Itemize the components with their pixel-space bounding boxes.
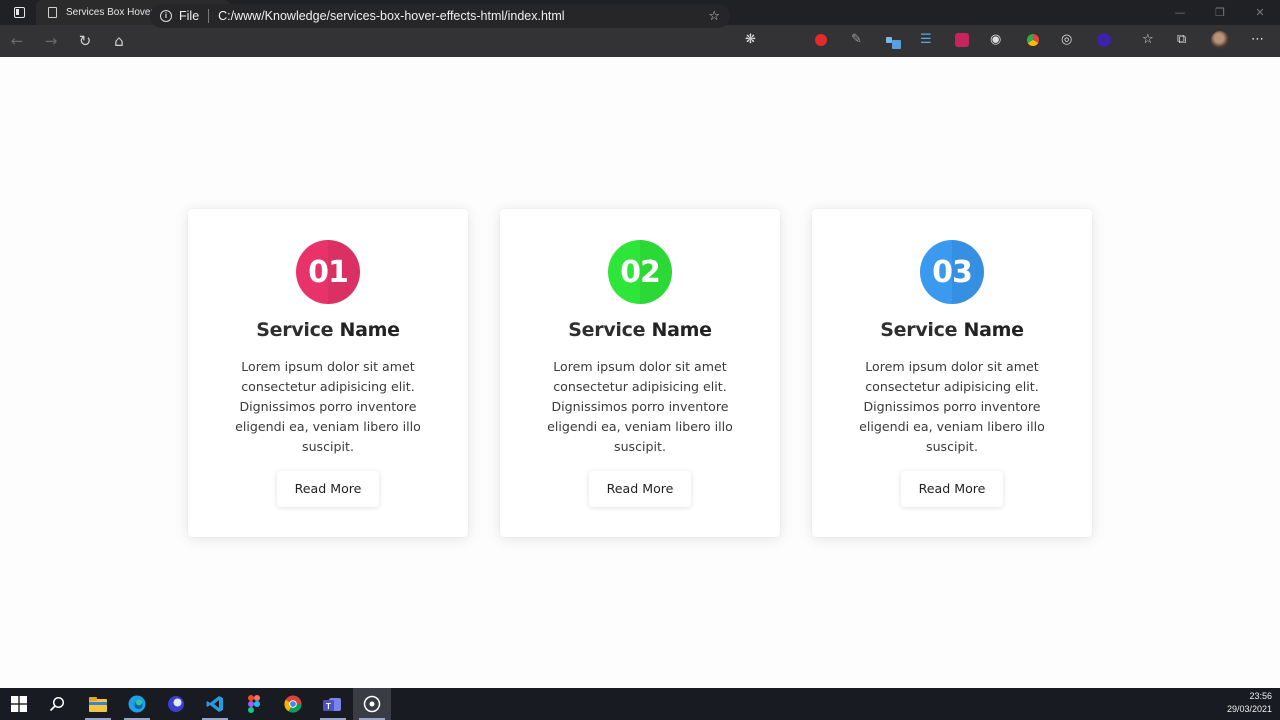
home-button[interactable]: ⌂	[102, 25, 136, 57]
taskbar-active-app[interactable]	[353, 688, 391, 720]
clock-time: 23:56	[1249, 691, 1272, 701]
search-icon	[49, 696, 65, 712]
forward-button[interactable]: →	[34, 25, 68, 57]
search-button[interactable]	[38, 688, 76, 720]
edge-icon	[128, 695, 146, 713]
service-number: 01	[308, 254, 349, 290]
tab-actions-button[interactable]	[0, 0, 38, 25]
service-title: Service Name	[188, 319, 468, 341]
favorites-icon[interactable]: ☆	[1142, 33, 1154, 47]
page-content: 01 Service Name Lorem ipsum dolor sit am…	[0, 57, 1280, 688]
browser-toolbar: ← → ↻ ⌂	[0, 25, 1280, 57]
reload-button[interactable]: ↻	[68, 25, 102, 57]
service-description: Lorem ipsum dolor sit amet consectetur a…	[859, 359, 1045, 454]
read-more-button[interactable]: Read More	[901, 471, 1003, 507]
service-description: Lorem ipsum dolor sit amet consectetur a…	[547, 359, 733, 454]
record-extension-icon[interactable]	[815, 34, 827, 46]
service-description: Lorem ipsum dolor sit amet consectetur a…	[235, 359, 421, 454]
file-label: File	[179, 9, 200, 23]
address-separator	[208, 9, 210, 23]
service-card[interactable]: 02 Service Name Lorem ipsum dolor sit am…	[500, 209, 780, 537]
info-icon[interactable]: i	[160, 10, 172, 22]
restore-icon[interactable]: ❐	[1200, 0, 1240, 25]
globe-app-icon	[168, 696, 184, 712]
service-title-bold: Name	[963, 319, 1025, 341]
color-picker-extension-icon[interactable]	[1027, 34, 1039, 46]
service-title-light: Service	[568, 319, 646, 341]
chrome-icon	[284, 695, 302, 713]
collections-icon[interactable]: ⧉	[1177, 33, 1186, 47]
back-button[interactable]: ←	[0, 25, 34, 57]
service-card[interactable]: 03 Service Name Lorem ipsum dolor sit am…	[812, 209, 1092, 537]
service-number: 03	[932, 254, 973, 290]
react-extension-icon[interactable]: ❋	[745, 33, 756, 47]
taskbar-vscode[interactable]	[196, 688, 234, 720]
start-button[interactable]	[0, 688, 38, 720]
service-title: Service Name	[500, 319, 780, 341]
service-title: Service Name	[812, 319, 1092, 341]
clock-date: 29/03/2021	[1226, 704, 1272, 714]
profile-avatar[interactable]	[1211, 31, 1229, 49]
service-title-bold: Name	[339, 319, 401, 341]
service-title-light: Service	[880, 319, 958, 341]
service-title-light: Service	[256, 319, 334, 341]
page-icon	[48, 7, 57, 18]
service-number: 02	[620, 254, 661, 290]
close-window-icon[interactable]: ✕	[1240, 0, 1280, 25]
camera-extension-icon[interactable]: ◉	[990, 33, 1001, 47]
teams-icon: T	[323, 698, 341, 711]
address-bar[interactable]: i File C:/www/Knowledge/services-box-hov…	[150, 4, 730, 28]
folder-icon	[89, 696, 107, 712]
taskbar-edge[interactable]	[118, 688, 156, 720]
vscode-icon	[206, 696, 223, 712]
system-clock[interactable]: 23:56 29/03/2021	[1227, 690, 1272, 716]
windows-logo-icon	[11, 696, 27, 712]
add-favorite-icon[interactable]: ☆	[708, 9, 720, 24]
taskbar-chrome[interactable]	[274, 688, 312, 720]
service-number-badge: 02	[608, 240, 672, 304]
service-title-bold: Name	[651, 319, 713, 341]
taskbar-app-blue[interactable]	[157, 688, 195, 720]
taskbar-teams[interactable]: T	[314, 688, 352, 720]
svg-text:T: T	[326, 702, 331, 711]
recorder-icon	[363, 695, 381, 713]
sliders-extension-icon[interactable]: ☰	[920, 33, 932, 47]
ruler-extension-icon-b[interactable]	[892, 40, 901, 49]
target-extension-icon[interactable]: ◎	[1061, 33, 1072, 47]
service-card[interactable]: 01 Service Name Lorem ipsum dolor sit am…	[188, 209, 468, 537]
read-more-button[interactable]: Read More	[277, 471, 379, 507]
window-controls: — ❐ ✕	[1160, 0, 1280, 25]
more-menu-icon[interactable]: ⋯	[1251, 33, 1264, 47]
taskbar-file-explorer[interactable]	[79, 688, 117, 720]
service-number-badge: 03	[920, 240, 984, 304]
tab-actions-icon	[13, 7, 25, 18]
url-text[interactable]: C:/www/Knowledge/services-box-hover-effe…	[218, 9, 708, 23]
read-more-button[interactable]: Read More	[589, 471, 691, 507]
taskbar-figma[interactable]	[235, 688, 273, 720]
purple-extension-icon[interactable]	[1097, 33, 1111, 47]
service-number-badge: 01	[296, 240, 360, 304]
minimize-icon[interactable]: —	[1160, 0, 1200, 25]
windows-taskbar: T 23:56 29/03/2021	[0, 688, 1280, 720]
figma-icon	[248, 695, 260, 713]
pen-extension-icon[interactable]: ✎	[851, 33, 862, 47]
pink-extension-icon[interactable]	[955, 33, 969, 47]
